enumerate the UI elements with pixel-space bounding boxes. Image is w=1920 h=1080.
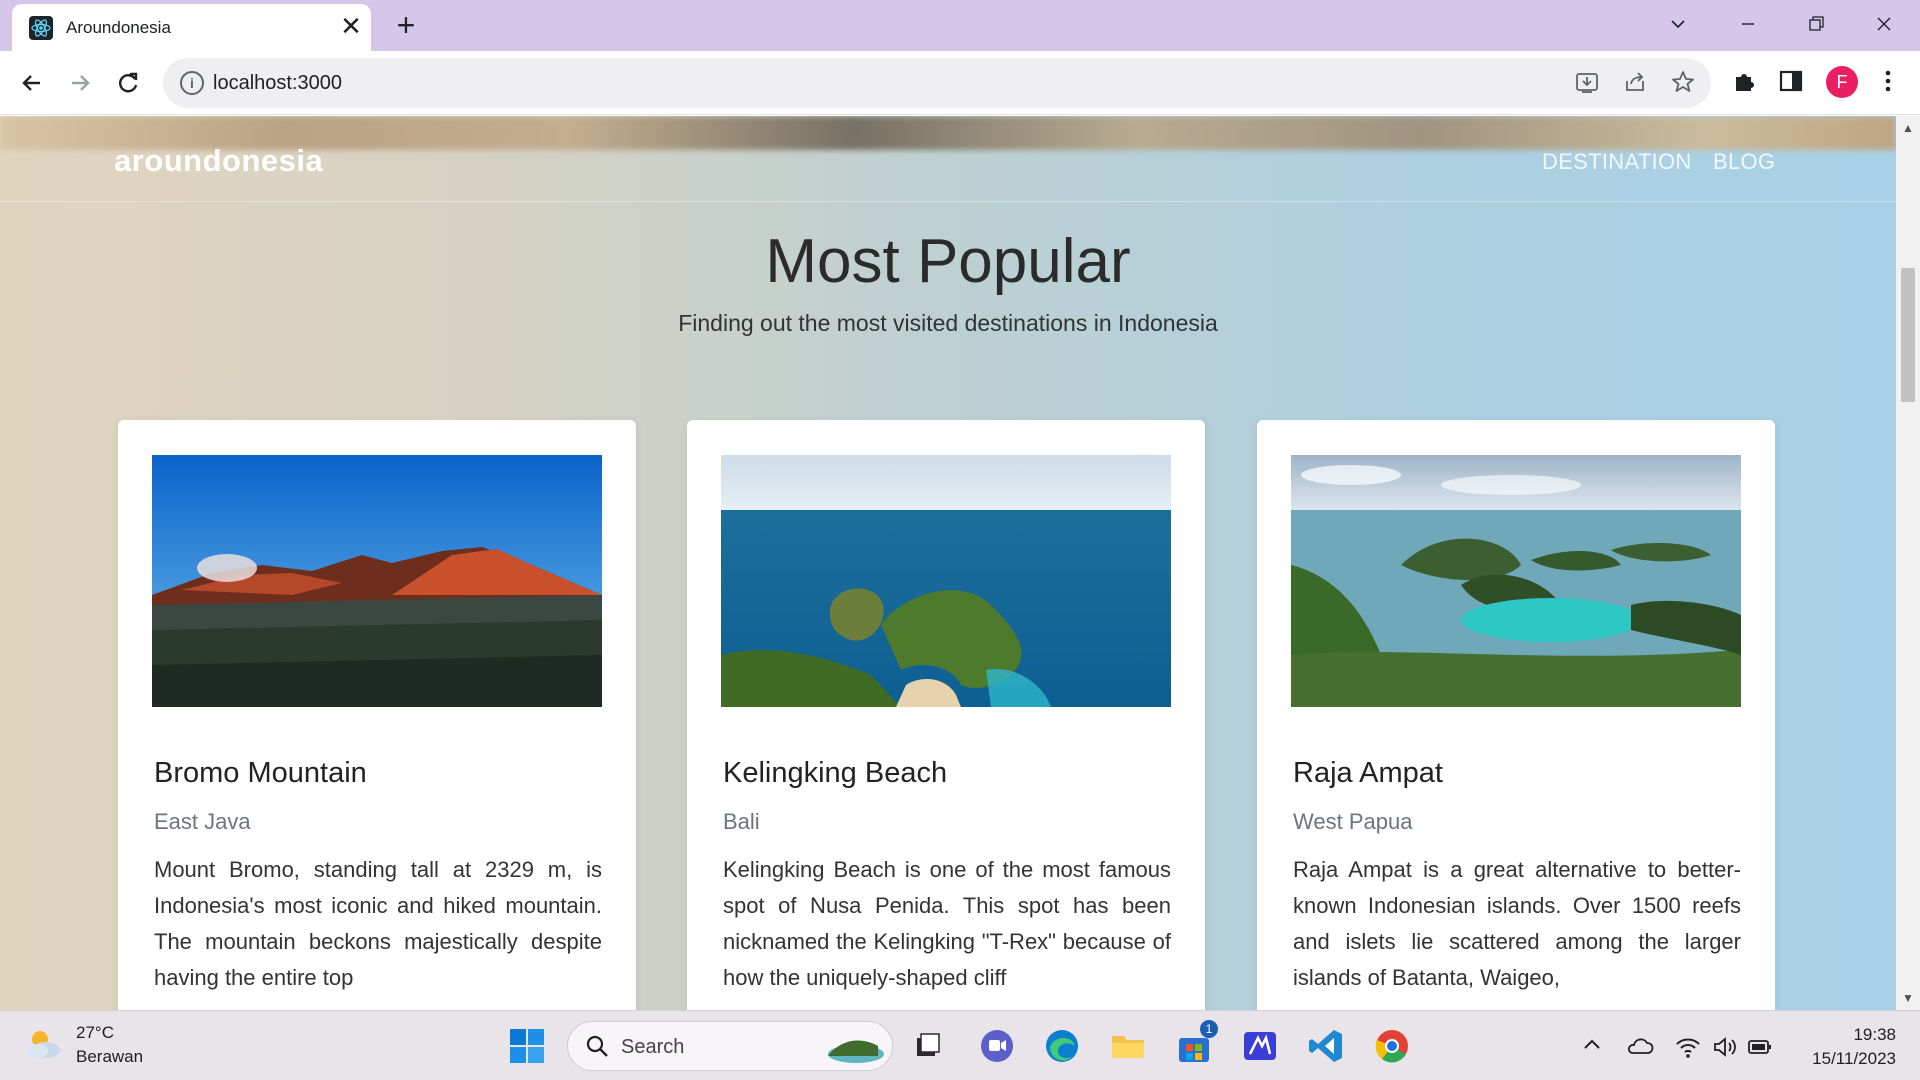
search-icon: [584, 1033, 610, 1059]
windows-taskbar: 27°C Berawan Search 1 19:38 15/11/2023: [0, 1010, 1920, 1080]
card-title: Kelingking Beach: [723, 757, 948, 789]
close-window-icon[interactable]: [1864, 6, 1904, 42]
url-text[interactable]: localhost:3000: [213, 72, 342, 95]
weather-cloud-icon[interactable]: [24, 1024, 64, 1064]
install-icon[interactable]: [1573, 69, 1601, 97]
destination-card[interactable]: Kelingking Beach Bali Kelingking Beach i…: [687, 420, 1205, 1010]
react-favicon-icon: [29, 16, 53, 40]
close-tab-icon[interactable]: ✕: [337, 13, 365, 41]
search-label: Search: [621, 1036, 685, 1058]
share-icon[interactable]: [1621, 69, 1649, 97]
restore-icon[interactable]: [1796, 6, 1836, 42]
card-region: Bali: [723, 809, 760, 834]
card-title: Raja Ampat: [1293, 757, 1443, 789]
teams-chat-icon[interactable]: [977, 1026, 1017, 1066]
volume-icon[interactable]: [1710, 1033, 1738, 1061]
minimize-icon[interactable]: [1728, 6, 1768, 42]
page-scrollbar[interactable]: ▲ ▼: [1896, 116, 1920, 1010]
windows-start-icon[interactable]: [507, 1026, 547, 1066]
edge-browser-icon[interactable]: [1042, 1026, 1082, 1066]
microsoft-store-icon[interactable]: 1: [1174, 1020, 1218, 1066]
reload-icon[interactable]: [112, 67, 144, 99]
new-tab-button[interactable]: +: [389, 9, 423, 43]
bromo-mountain-image: [152, 455, 602, 707]
browser-toolbar: i localhost:3000 F: [0, 51, 1920, 115]
card-description: Kelingking Beach is one of the most famo…: [723, 857, 1171, 990]
card-description: Mount Bromo, standing tall at 2329 m, is…: [154, 857, 602, 990]
card-description: Raja Ampat is a great alternative to bet…: [1293, 857, 1741, 990]
destination-card[interactable]: Bromo Mountain East Java Mount Bromo, st…: [118, 420, 636, 1010]
site-logo[interactable]: aroundonesia: [114, 143, 323, 179]
weather-description[interactable]: Berawan: [76, 1047, 143, 1067]
kelingking-beach-image: [721, 455, 1171, 707]
browser-tab-strip: Aroundonesia ✕ +: [0, 0, 1920, 51]
sidepanel-icon[interactable]: [1775, 67, 1807, 99]
page-viewport: aroundonesia DESTINATION BLOG Most Popul…: [0, 116, 1896, 1010]
forward-icon[interactable]: [64, 67, 96, 99]
taskbar-search[interactable]: Search: [567, 1021, 893, 1071]
scroll-thumb[interactable]: [1901, 268, 1915, 402]
scroll-down-icon[interactable]: ▼: [1896, 988, 1920, 1008]
task-view-icon[interactable]: [907, 1026, 947, 1066]
tab-search-chevron-icon[interactable]: [1658, 6, 1698, 42]
info-icon[interactable]: i: [180, 71, 204, 95]
chrome-icon[interactable]: [1372, 1026, 1412, 1066]
address-bar[interactable]: i localhost:3000: [163, 58, 1711, 108]
raja-ampat-image: [1291, 455, 1741, 707]
section-subheading: Finding out the most visited destination…: [678, 310, 1218, 336]
star-icon[interactable]: [1669, 69, 1697, 97]
show-hidden-icons-chevron-icon[interactable]: [1578, 1033, 1606, 1061]
battery-icon[interactable]: [1746, 1033, 1774, 1061]
card-region: East Java: [154, 809, 251, 834]
section-heading: Most Popular: [765, 227, 1131, 296]
scroll-up-icon[interactable]: ▲: [1896, 118, 1920, 138]
menu-icon[interactable]: [1872, 67, 1904, 99]
tab-title: Aroundonesia: [66, 18, 171, 37]
card-region: West Papua: [1293, 809, 1413, 834]
clock-date[interactable]: 15/11/2023: [1776, 1049, 1896, 1069]
back-icon[interactable]: [16, 67, 48, 99]
app-launcher-icon[interactable]: [1240, 1026, 1280, 1066]
vscode-icon[interactable]: [1306, 1026, 1346, 1066]
weather-temperature[interactable]: 27°C: [76, 1023, 114, 1043]
nav-link-blog[interactable]: BLOG: [1713, 149, 1775, 175]
onedrive-cloud-icon[interactable]: [1626, 1033, 1654, 1061]
nav-link-destination[interactable]: DESTINATION: [1542, 149, 1692, 175]
card-title: Bromo Mountain: [154, 757, 367, 789]
destination-card[interactable]: Raja Ampat West Papua Raja Ampat is a gr…: [1257, 420, 1775, 1010]
extensions-icon[interactable]: [1728, 67, 1760, 99]
profile-avatar[interactable]: F: [1826, 66, 1858, 98]
site-navbar: aroundonesia DESTINATION BLOG: [0, 116, 1896, 202]
store-notification-badge: 1: [1200, 1020, 1218, 1038]
clock-time[interactable]: 19:38: [1816, 1025, 1896, 1045]
wifi-icon[interactable]: [1674, 1033, 1702, 1061]
search-highlight-icon: [820, 1030, 884, 1064]
tab-aroundonesia[interactable]: Aroundonesia ✕: [12, 4, 371, 51]
file-explorer-icon[interactable]: [1108, 1026, 1148, 1066]
